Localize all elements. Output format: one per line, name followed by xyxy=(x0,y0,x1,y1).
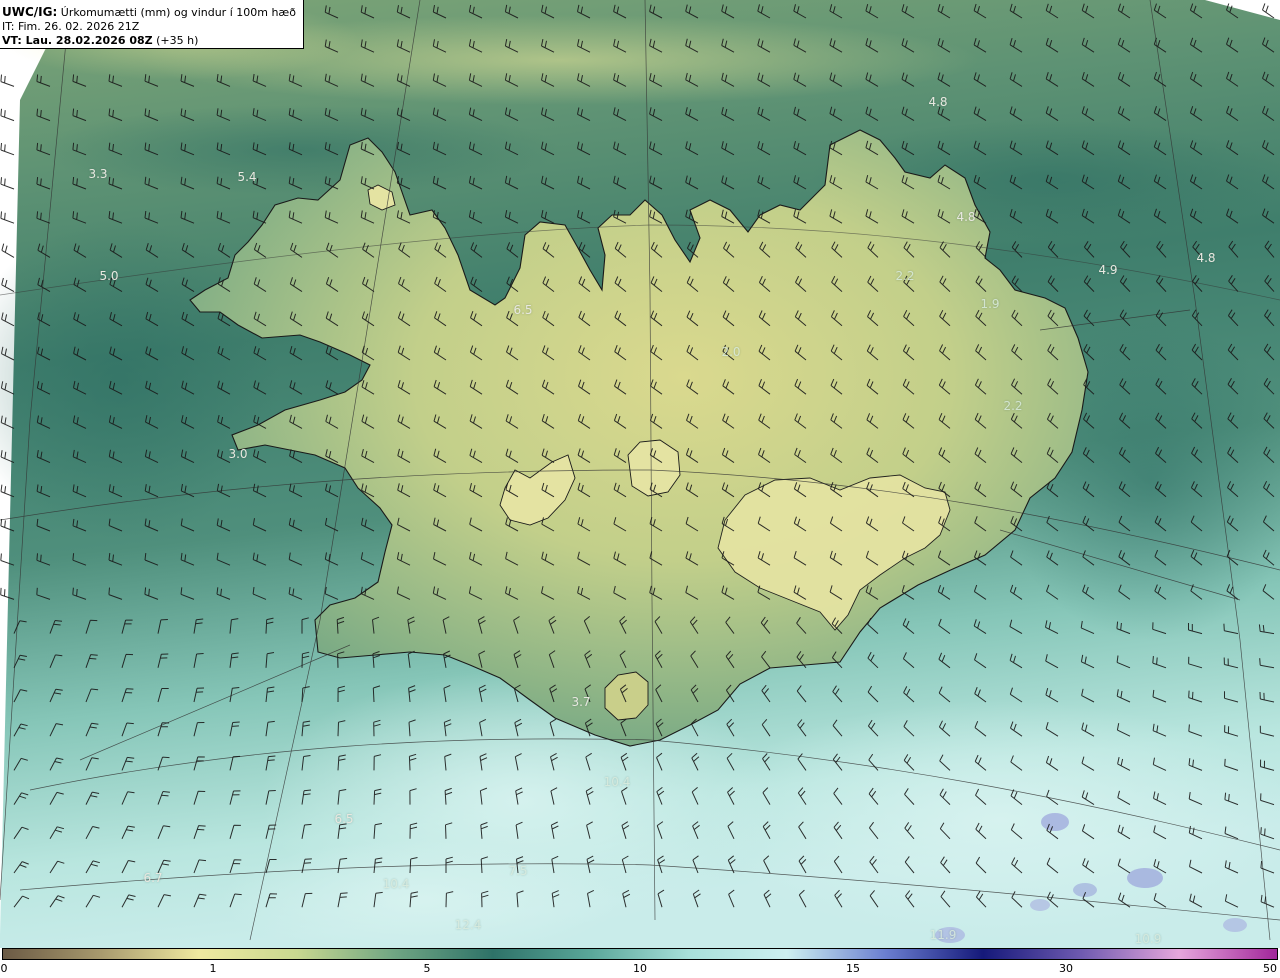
lead-time: (+35 h) xyxy=(156,34,199,47)
colorbar-tick: 0 xyxy=(0,962,8,975)
map-value-label: 10.4 xyxy=(603,775,631,789)
map-value-label: 2.2 xyxy=(1003,399,1023,413)
product-description: Úrkomumætti (mm) og vindur í 100m hæð xyxy=(60,6,296,19)
map-value-label: 3.3 xyxy=(88,167,108,181)
map-value-label: 4.8 xyxy=(956,210,976,224)
map-value-label: 4.8 xyxy=(928,95,948,109)
map-area: 4.8 3.3 5.4 4.8 5.0 2.2 4.9 4.8 6.5 1.9 … xyxy=(0,0,1280,948)
map-value-label: 6.5 xyxy=(334,812,354,826)
weather-map xyxy=(0,0,1280,948)
map-value-label: 11.9 xyxy=(929,928,957,942)
colorbar-tick: 10 xyxy=(633,962,647,975)
map-value-label: 12.4 xyxy=(454,918,482,932)
map-value-label: 2.0 xyxy=(721,345,741,359)
map-value-label: 5.4 xyxy=(237,170,257,184)
title-box: UWC/IG: Úrkomumætti (mm) og vindur í 100… xyxy=(0,0,304,49)
map-value-label: 5.0 xyxy=(99,269,119,283)
map-value-label: 4.8 xyxy=(1196,251,1216,265)
map-value-label: 10.4 xyxy=(382,877,410,891)
colorbar-tick: 1 xyxy=(209,962,217,975)
title-row-1: UWC/IG: Úrkomumætti (mm) og vindur í 100… xyxy=(2,5,303,20)
colorbar xyxy=(2,948,1278,960)
colorbar-tick: 30 xyxy=(1059,962,1073,975)
map-value-label: 1.9 xyxy=(980,297,1000,311)
map-value-label: 6.7 xyxy=(143,871,163,885)
map-value-label: 6.5 xyxy=(513,303,533,317)
map-value-label: 4.9 xyxy=(1098,263,1118,277)
map-value-label: 3.7 xyxy=(571,695,591,709)
colorbar-tick: 50 xyxy=(1263,962,1277,975)
map-value-label: 7.5 xyxy=(508,864,528,878)
colorbar-tick: 15 xyxy=(846,962,860,975)
colorbar-tick: 5 xyxy=(423,962,431,975)
title-row-3: VT: Lau. 28.02.2026 08Z (+35 h) xyxy=(2,34,303,48)
init-time: IT: Fim. 26. 02. 2026 21Z xyxy=(2,20,140,33)
valid-time: VT: Lau. 28.02.2026 08Z xyxy=(2,34,153,47)
map-value-label: 10.9 xyxy=(1134,932,1162,946)
product-label: UWC/IG: xyxy=(2,5,58,19)
map-value-label: 3.0 xyxy=(228,447,248,461)
map-value-label: 2.2 xyxy=(895,269,915,283)
